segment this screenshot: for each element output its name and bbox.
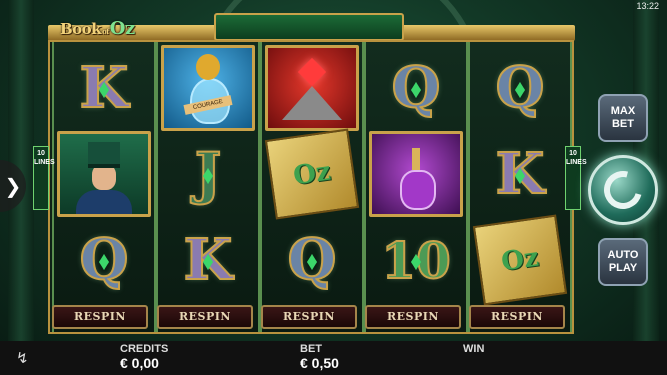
spin-arrow-icon [597, 164, 649, 216]
symbol-cell [265, 45, 359, 131]
reel-grid: KQCOURAGEJKOzQQ10QKOz [48, 40, 574, 334]
symbol-cell: Q [265, 218, 359, 302]
auto-play-button[interactable]: AUTO PLAY [598, 238, 648, 286]
credits-label: CREDITS [120, 343, 169, 355]
courage-potion-symbol: COURAGE [161, 45, 255, 131]
top-hat-icon [88, 142, 120, 168]
reel-5: QKOz [468, 42, 572, 332]
bet-label: BET [300, 343, 322, 355]
book-of-oz-scatter-symbol: Oz [264, 128, 360, 220]
symbol-cell: COURAGE [161, 45, 255, 131]
top-hat-man-symbol [57, 131, 151, 217]
symbol-cell: Q [473, 46, 567, 130]
respin-button-reel-3[interactable]: RESPIN [261, 305, 357, 329]
respin-button-reel-5[interactable]: RESPIN [469, 305, 565, 329]
max-bet-label-1: MAX [610, 105, 636, 117]
reel-3: OzQ [260, 42, 364, 332]
lines-count: 10 [569, 150, 577, 157]
bottom-bar: ↯ CREDITS € 0,00 BET € 0,50 WIN [0, 341, 667, 375]
logo-of: of [102, 27, 109, 36]
reel-4: Q 10 [364, 42, 468, 332]
logo-book: Book [60, 20, 102, 38]
max-bet-label-2: BET [611, 118, 634, 130]
symbol-cell: Oz [264, 128, 360, 220]
status-time: 13:22 [636, 1, 659, 11]
win-display: WIN [463, 343, 484, 355]
symbol-cell: K [161, 218, 255, 302]
spin-button[interactable] [588, 155, 658, 225]
lines-indicator-right: 10 LINES [565, 146, 587, 210]
purple-potion-symbol [369, 131, 463, 217]
top-banner [214, 13, 404, 41]
respin-button-reel-1[interactable]: RESPIN [52, 305, 148, 329]
ruby-heart-symbol [265, 45, 359, 131]
pyramid-icon [282, 86, 342, 120]
credits-value: € 0,00 [120, 355, 159, 371]
symbol-cell: Oz [472, 214, 568, 306]
symbol-cell: K [473, 132, 567, 216]
win-label: WIN [463, 343, 485, 355]
lines-label: LINES [566, 159, 587, 166]
symbol-cell [57, 131, 151, 217]
symbol-cell: Q [369, 46, 463, 130]
credits-display: CREDITS € 0,00 [120, 343, 168, 371]
bet-display[interactable]: BET € 0,50 [300, 343, 339, 371]
auto-play-label-2: PLAY [608, 262, 638, 274]
respin-button-reel-2[interactable]: RESPIN [157, 305, 253, 329]
symbol-cell: Q [57, 218, 151, 302]
logo-oz: Oz [109, 18, 135, 39]
bottle-neck-icon [412, 148, 420, 170]
auto-play-label-1: AUTO [607, 249, 639, 261]
symbol-cell: 10 [369, 218, 463, 302]
lines-label: LINES [34, 159, 55, 166]
symbol-cell: K [57, 46, 151, 130]
bet-value: € 0,50 [300, 355, 339, 371]
game-logo: BookofOz [60, 18, 135, 39]
lightning-icon[interactable]: ↯ [16, 349, 29, 367]
lines-count: 10 [37, 150, 45, 157]
book-of-oz-scatter-symbol: Oz [472, 214, 568, 306]
lion-icon [196, 54, 220, 80]
symbol-cell: J [161, 132, 255, 216]
max-bet-button[interactable]: MAX BET [598, 94, 648, 142]
coat-icon [76, 190, 132, 214]
reel-1: KQ [52, 42, 156, 332]
potion-bottle-icon [400, 170, 436, 210]
respin-button-reel-4[interactable]: RESPIN [365, 305, 461, 329]
reel-2: COURAGEJK [156, 42, 260, 332]
symbol-cell [369, 131, 463, 217]
lines-indicator-left: 10 LINES [33, 146, 55, 210]
heart-icon [297, 57, 327, 87]
